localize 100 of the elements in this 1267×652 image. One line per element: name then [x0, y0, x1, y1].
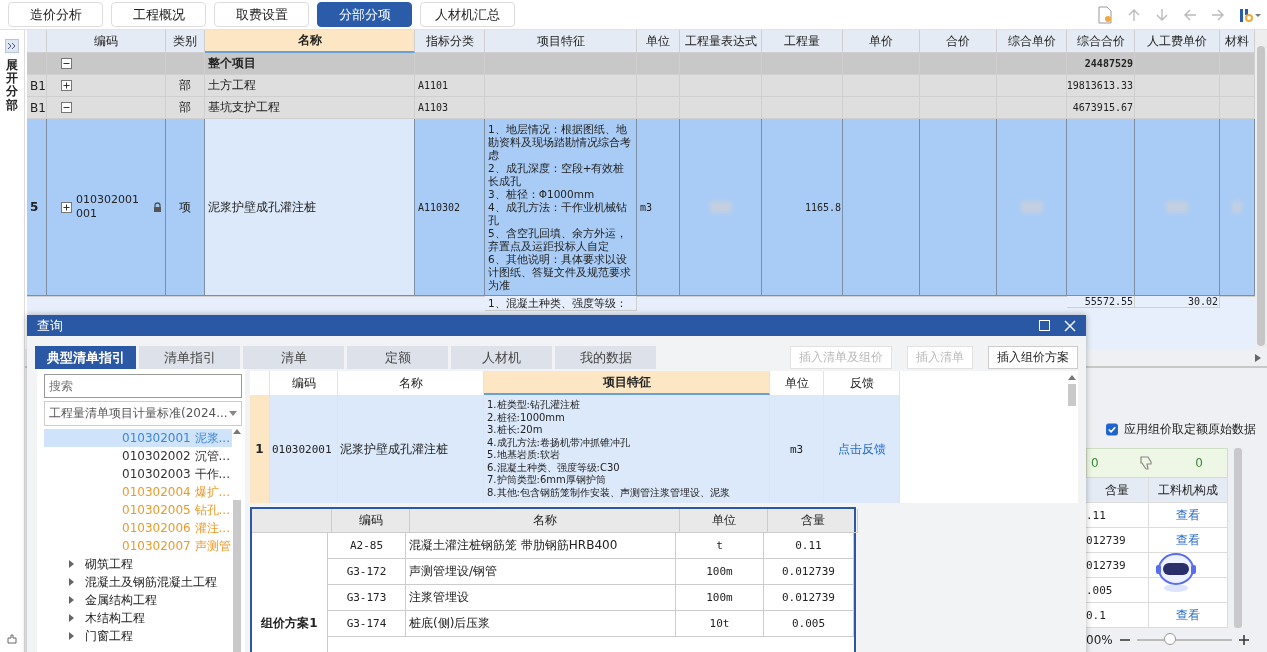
- feature-line: 4、成孔方法：干作业机械钻孔: [488, 201, 628, 227]
- table-cell: m3: [770, 395, 824, 503]
- tree-item[interactable]: 门窗工程: [85, 627, 133, 645]
- table-cell: 声测管埋设/钢管: [406, 559, 676, 585]
- column-header[interactable]: 项目特征: [484, 371, 770, 395]
- scrollbar[interactable]: [1234, 448, 1242, 628]
- redacted-mark: [1166, 201, 1188, 213]
- table-cell: 100m: [676, 559, 764, 585]
- table-cell: t: [676, 533, 764, 559]
- table-cell: 1: [250, 395, 270, 503]
- tree-item[interactable]: 砌筑工程: [85, 555, 133, 573]
- feedback-link[interactable]: 点击反馈: [837, 440, 886, 458]
- table-cell: 0.012739: [764, 585, 854, 611]
- tree-toggle-icon[interactable]: [61, 58, 72, 69]
- table-cell: 30.02: [1187, 296, 1218, 307]
- dialog-tab[interactable]: 我的数据: [555, 346, 656, 369]
- caret-icon[interactable]: [229, 411, 237, 416]
- vote-count: 0: [1195, 456, 1203, 470]
- table-cell: 10t: [676, 611, 764, 637]
- table-cell: 0.005: [764, 611, 854, 637]
- table-row[interactable]: 1 010302001 泥浆护壁成孔灌注桩 1.桩类型:钻孔灌注桩 2.桩径:1000mm 3.桩长:20m 4.成孔方法:卷扬机带冲抓锥冲孔 5.地基岩质:软岩 6.混凝土种类、强度等级:C30 7.护筒类型:6mm厚钢护筒 8.其他:包含钢筋笼制作安装、声测管注浆管埋设、泥浆 m3 点击反馈: [250, 395, 1060, 503]
- view-link[interactable]: 查看: [1176, 606, 1200, 624]
- tree-item[interactable]: 混凝土及钢筋混凝土工程: [85, 573, 217, 591]
- expand-arrow-icon[interactable]: [69, 614, 75, 622]
- column-header[interactable]: 名称: [205, 30, 415, 53]
- dialog-tab[interactable]: 人材机: [451, 346, 552, 369]
- tree-toggle-icon[interactable]: [61, 80, 72, 91]
- feature-line: 3.桩长:20m: [487, 424, 543, 437]
- table-cell: 泥浆护壁成孔灌注桩: [205, 119, 415, 296]
- feature-line: 2、成孔深度：空段+有效桩长成孔: [488, 162, 626, 188]
- feature-line: 3、桩径：Φ1000mm: [488, 188, 595, 201]
- table-cell: 桩底(侧)后压浆: [406, 611, 676, 637]
- scroll-up-icon[interactable]: [1068, 375, 1076, 380]
- insert-button[interactable]: 插入组价方案: [988, 346, 1078, 369]
- view-link[interactable]: 查看: [1176, 531, 1200, 549]
- dialog-tab[interactable]: 清单: [243, 346, 344, 369]
- dialog-tab[interactable]: 典型清单指引: [35, 346, 136, 369]
- scrollbar[interactable]: [232, 429, 242, 652]
- top-tab[interactable]: 工程概况: [111, 2, 206, 27]
- dialog-tab[interactable]: 清单指引: [139, 346, 240, 369]
- search-field[interactable]: 搜索: [44, 374, 242, 398]
- feature-line: 2.桩径:1000mm: [487, 411, 565, 424]
- column-header: 名称: [410, 509, 680, 533]
- expand-arrow-icon[interactable]: [69, 596, 75, 604]
- table-row[interactable]: B1 部 基坑支护工程 A1103 4673915.67: [27, 97, 1255, 119]
- close-icon[interactable]: [1064, 319, 1076, 332]
- feature-line: 5.地基岩质:软岩: [487, 449, 560, 462]
- top-tab[interactable]: 造价分析: [8, 2, 103, 27]
- columns-icon[interactable]: [1239, 6, 1261, 23]
- feature-line: 6.混凝土种类、强度等级:C30: [487, 461, 620, 474]
- scroll-right-icon[interactable]: [1255, 353, 1261, 362]
- scrollbar[interactable]: [1255, 30, 1267, 350]
- table-cell: 0.012739: [764, 559, 854, 585]
- tree-item[interactable]: 金属结构工程: [85, 591, 157, 609]
- scroll-up-icon[interactable]: [233, 429, 241, 434]
- tree-item[interactable]: 木结构工程: [85, 609, 145, 627]
- expand-arrow-icon[interactable]: [69, 578, 75, 586]
- tree-toggle-icon[interactable]: [61, 201, 72, 213]
- table-cell: 组价方案1: [252, 533, 328, 652]
- standard-dropdown[interactable]: 工程量清单项目计量标准(2024...: [44, 401, 242, 426]
- zoom-in-icon[interactable]: [1237, 634, 1250, 646]
- table-row[interactable]: 5 010302001001 项 泥浆护壁成孔灌注桩 A110302 1、地层情况：根据图纸、地勘资料及现场踏勘情况综合考虑 2、成孔深度：空段+有效桩长成孔 3、桩径：Φ1000mm 4、成孔方法：干作业机械钻孔 5、含空孔回填、余方外运，弃置点及运距投标人自定 6、其他说明：具体要求以设计图纸、答疑文件及规范要求为准 m3 1165.8: [27, 119, 1255, 296]
- tree-item[interactable]: 010302002 沉管...: [44, 447, 232, 465]
- thumbs-down-icon[interactable]: [1139, 455, 1155, 471]
- top-tab[interactable]: 取费设置: [214, 2, 309, 27]
- table-row[interactable]: B1 部 土方工程 A1101 19813613.33: [27, 75, 1255, 97]
- tree-toggle-icon[interactable]: [61, 102, 72, 113]
- feature-line: 7.护筒类型:6mm厚钢护筒: [487, 474, 606, 487]
- expand-arrow-icon[interactable]: [69, 632, 75, 640]
- expand-arrow-icon[interactable]: [69, 560, 75, 568]
- redacted-mark: [1020, 201, 1043, 213]
- tree-item[interactable]: 010302003 干作...: [44, 465, 232, 483]
- feature-line: 4.成孔方法:卷扬机带冲抓锥冲孔: [487, 436, 630, 449]
- top-tab[interactable]: 分部分项: [317, 2, 412, 27]
- expand-icon[interactable]: [5, 39, 19, 53]
- zoom-slider-thumb[interactable]: [1163, 633, 1176, 645]
- checkbox[interactable]: [1106, 423, 1118, 436]
- view-link[interactable]: 查看: [1176, 506, 1200, 524]
- vote-count: 0: [1091, 456, 1099, 470]
- table-cell: 0.11: [764, 533, 854, 559]
- feature-line: 1、地层情况：根据图纸、地勘资料及现场踏勘情况综合考虑: [488, 123, 632, 162]
- dialog-title: 查询: [37, 316, 63, 335]
- column-header: 编码: [332, 509, 410, 533]
- item-code: 010302001001: [76, 193, 140, 221]
- top-tab[interactable]: 人材机汇总: [420, 2, 515, 27]
- scroll-thumb[interactable]: [1068, 384, 1076, 406]
- column-header: 工料机构成: [1149, 478, 1228, 503]
- table-cell: 100m: [676, 585, 764, 611]
- expand-sections-label[interactable]: 展开分部: [6, 59, 18, 112]
- pin-icon[interactable]: [7, 634, 17, 644]
- table-cell: 55572.55: [1067, 296, 1135, 308]
- redacted-mark: [1232, 201, 1242, 213]
- table-cell: A2-85: [328, 533, 406, 559]
- table-cell: G3-174: [328, 611, 406, 637]
- table-row[interactable]: 整个项目 24487529: [27, 53, 1255, 75]
- table-cell: 泥浆护壁成孔灌注桩: [338, 395, 484, 503]
- feature-line: 1、混凝土种类、强度等级：: [488, 297, 627, 310]
- dialog-tab[interactable]: 定额: [347, 346, 448, 369]
- feature-line: 8.其他:包含钢筋笼制作安装、声测管注浆管埋设、泥浆: [487, 486, 730, 499]
- maximize-icon[interactable]: [1039, 320, 1050, 331]
